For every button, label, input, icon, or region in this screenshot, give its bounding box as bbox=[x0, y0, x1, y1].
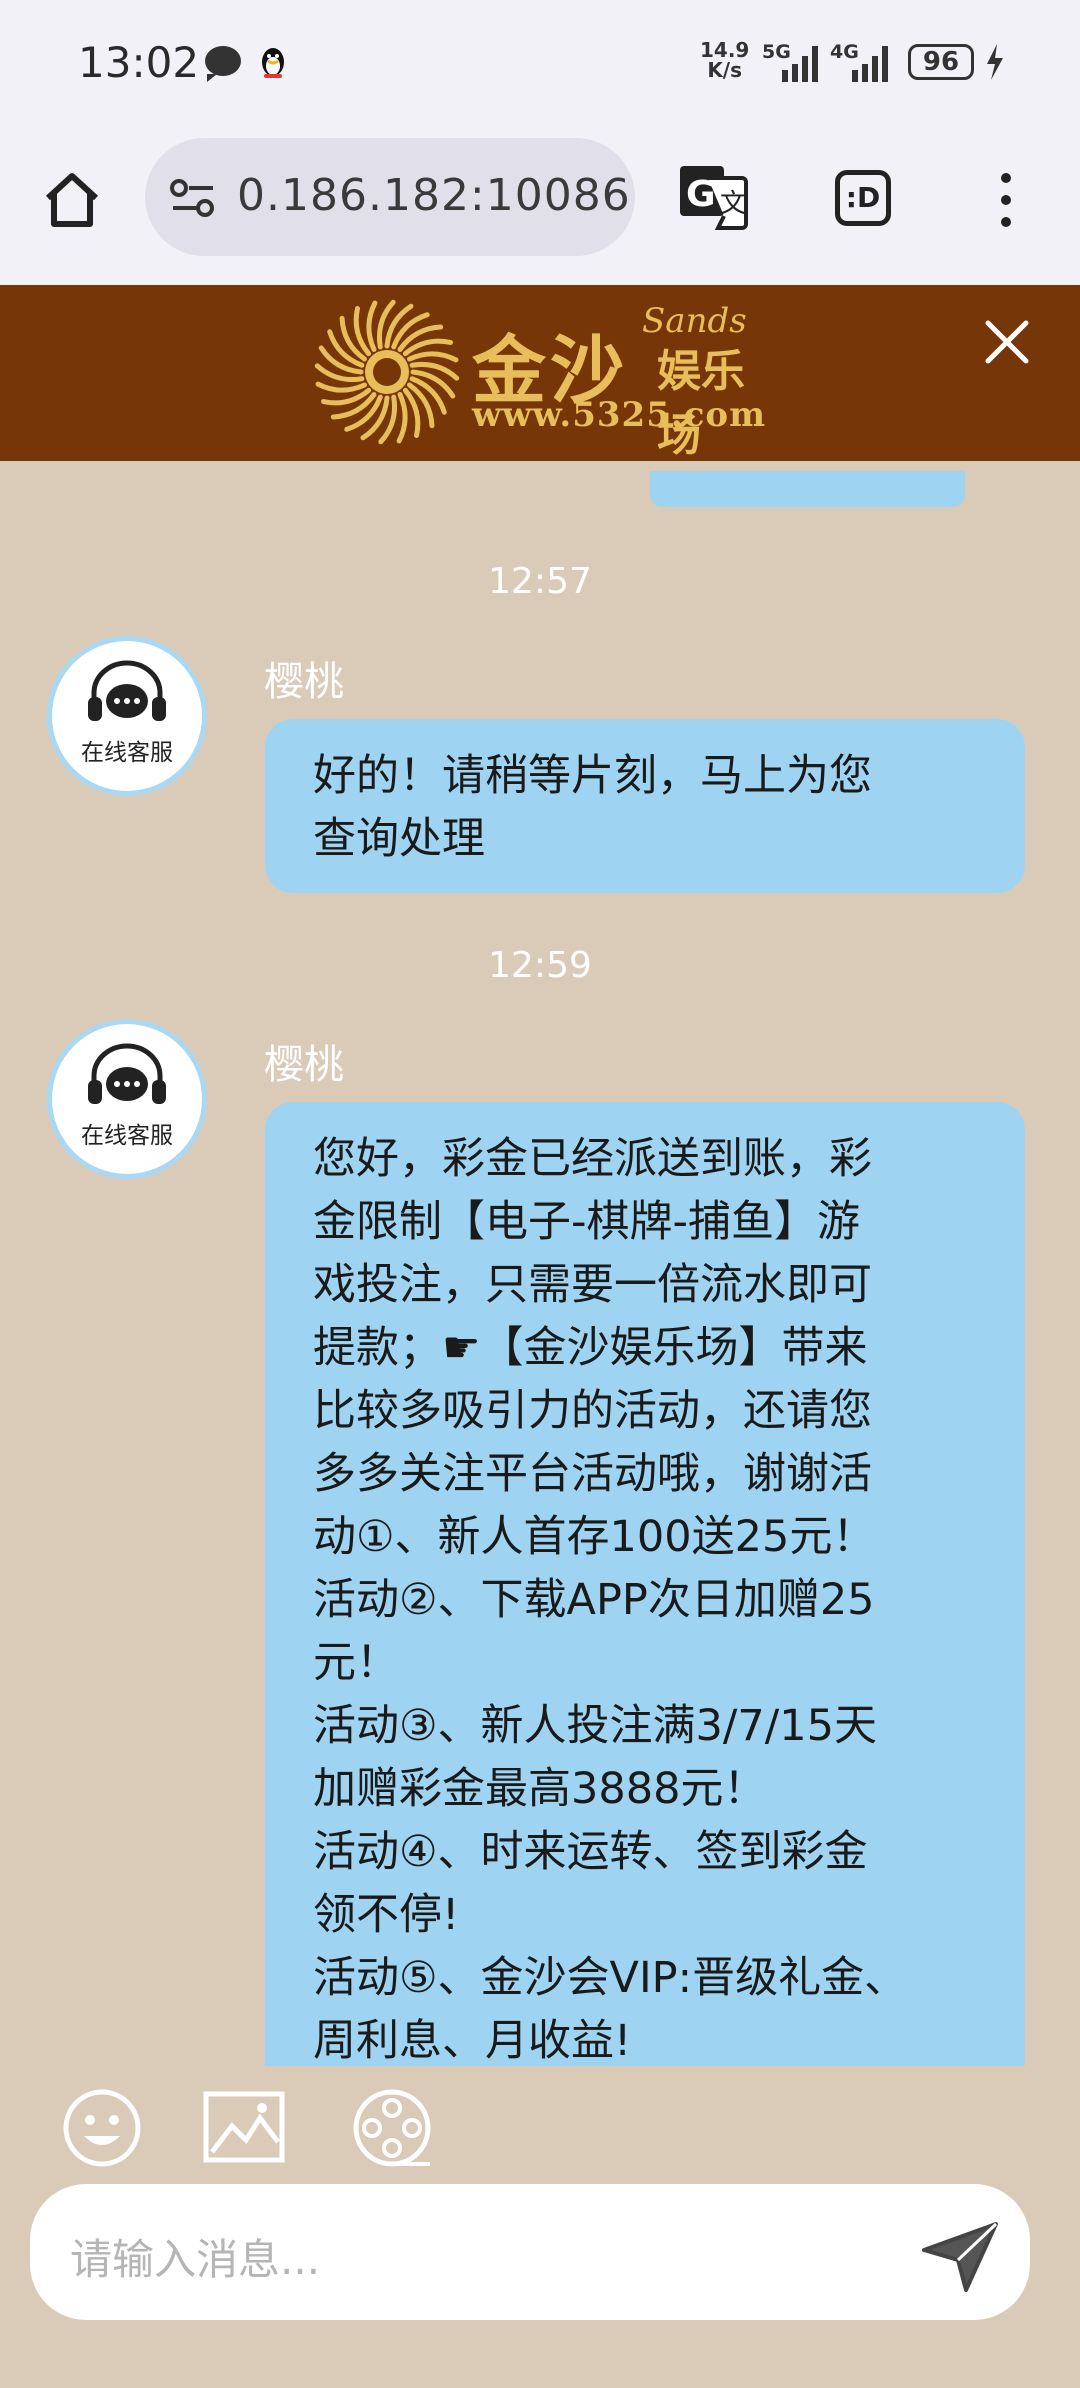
message-bubble[interactable]: 好的！请稍等片刻，马上为您 查询处理 bbox=[265, 719, 1025, 893]
emoji-icon[interactable] bbox=[60, 2086, 144, 2170]
signal-4g-label: 4G bbox=[830, 41, 859, 63]
avatar-label: 在线客服 bbox=[81, 1123, 173, 1149]
url-text[interactable]: 0.186.182:10086 bbox=[237, 170, 631, 221]
site-header-banner: 金沙 Sands 娱乐场 www.5325.com bbox=[0, 285, 1080, 461]
logo-url: www.5325.com bbox=[472, 395, 767, 435]
message-timestamp: 12:57 bbox=[488, 561, 592, 602]
message-input-placeholder: 请输入消息... bbox=[70, 2235, 321, 2284]
signal-4g-icon: 4G bbox=[830, 41, 888, 82]
chat-message-list[interactable]: 12:57 在线客服 樱桃 好的！请稍等片刻，马上为您 查询处理 12:59 在… bbox=[0, 461, 1080, 2066]
more-options-icon[interactable] bbox=[996, 170, 1016, 230]
agent-avatar[interactable]: 在线客服 bbox=[52, 1024, 202, 1174]
qq-penguin-icon bbox=[262, 48, 284, 78]
charging-bolt-icon bbox=[987, 44, 1003, 80]
signal-5g-label: 5G bbox=[762, 41, 791, 63]
sun-ray bbox=[407, 351, 459, 363]
chat-composer: 请输入消息... bbox=[0, 2066, 1080, 2388]
sender-name: 樱桃 bbox=[264, 659, 344, 705]
headset-chat-icon bbox=[88, 1043, 166, 1104]
network-speed-unit: K/s bbox=[707, 58, 743, 82]
status-bar: 13:02 14.9 K/s 5G 4G 96 bbox=[0, 0, 1080, 130]
close-icon[interactable] bbox=[984, 319, 1030, 365]
network-speed-value: 14.9 bbox=[700, 38, 750, 62]
svg-text:文: 文 bbox=[720, 189, 746, 219]
site-settings-icon[interactable] bbox=[169, 178, 217, 218]
agent-avatar[interactable]: 在线客服 bbox=[52, 641, 202, 791]
video-reel-icon[interactable] bbox=[350, 2086, 434, 2170]
avatar-label: 在线客服 bbox=[81, 740, 173, 766]
image-upload-icon[interactable] bbox=[202, 2086, 286, 2170]
battery-indicator: 96 bbox=[908, 44, 974, 80]
home-icon[interactable] bbox=[42, 170, 102, 230]
status-time: 13:02 bbox=[78, 38, 200, 87]
headset-chat-icon bbox=[88, 660, 166, 721]
sender-name: 樱桃 bbox=[264, 1042, 344, 1088]
message-input[interactable]: 请输入消息... bbox=[30, 2184, 1030, 2320]
translate-icon[interactable]: G 文 bbox=[678, 162, 748, 232]
message-bubble[interactable]: 您好，彩金已经派送到账，彩 金限制【电子-棋牌-捕鱼】游 戏投注，只需要一倍流水… bbox=[265, 1102, 1025, 2066]
send-icon[interactable] bbox=[920, 2214, 1000, 2294]
message-notification-icon bbox=[205, 46, 241, 82]
signal-5g-icon: 5G bbox=[762, 41, 818, 82]
address-bar[interactable]: 0.186.182:10086 bbox=[145, 138, 635, 256]
sun-ray bbox=[366, 300, 378, 352]
previous-message-bubble bbox=[650, 471, 965, 507]
tab-switcher-button[interactable]: :D bbox=[835, 170, 891, 226]
network-speed: 14.9 K/s bbox=[700, 40, 749, 80]
sun-ray bbox=[315, 381, 367, 393]
message-timestamp: 12:59 bbox=[488, 945, 592, 986]
sun-burst-icon bbox=[314, 299, 460, 445]
browser-toolbar: 0.186.182:10086 G 文 :D bbox=[0, 130, 1080, 285]
site-logo[interactable]: 金沙 Sands 娱乐场 www.5325.com bbox=[312, 297, 772, 461]
sun-ray bbox=[396, 392, 408, 444]
